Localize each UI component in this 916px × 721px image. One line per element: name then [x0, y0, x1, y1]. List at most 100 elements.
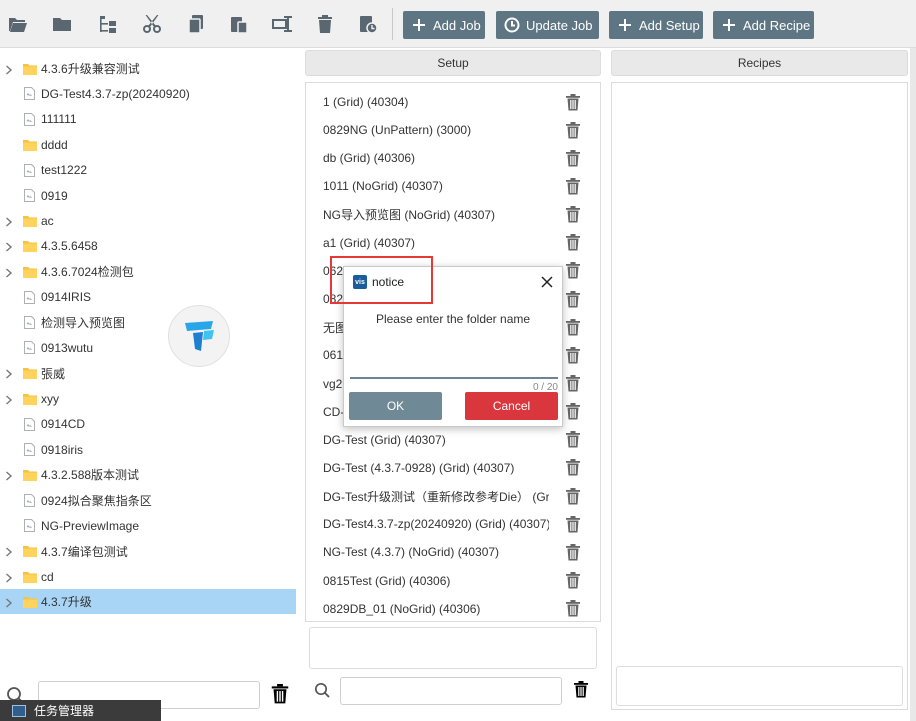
setup-label: a1 (Grid) (40307)	[323, 235, 416, 250]
add-job-button[interactable]: Add Job	[403, 11, 485, 39]
folder-icon[interactable]	[50, 12, 74, 36]
setup-row[interactable]: 1011 (NoGrid) (40307)	[306, 172, 600, 200]
chevron-right-icon[interactable]	[5, 470, 13, 481]
trash-icon[interactable]	[566, 459, 580, 476]
setup-detail-box	[309, 627, 597, 669]
cut-icon[interactable]	[140, 12, 164, 36]
setup-row[interactable]: DG-Test (4.3.7-0928) (Grid) (40307)	[306, 454, 600, 482]
setup-label: NG-Test (4.3.7) (NoGrid) (40307)	[323, 545, 500, 560]
tree-item[interactable]: 0918iris	[0, 437, 296, 462]
tree-item[interactable]: 張威	[0, 361, 296, 386]
search-icon[interactable]	[314, 682, 330, 698]
ok-button[interactable]: OK	[349, 392, 442, 420]
chevron-right-icon[interactable]	[5, 216, 13, 227]
tree-item[interactable]: cd	[0, 564, 296, 589]
trash-icon[interactable]	[566, 515, 580, 533]
tree-item[interactable]: 0914IRIS	[0, 285, 296, 310]
rename-icon[interactable]	[270, 12, 294, 36]
trash-icon[interactable]	[574, 681, 588, 698]
tree-item[interactable]: NG-PreviewImage	[0, 513, 296, 538]
tree-item[interactable]: DG-Test4.3.7-zp(20240920)	[0, 81, 296, 106]
tree-item-label: 4.3.7升级	[41, 595, 92, 610]
task-manager-icon	[12, 704, 26, 717]
tree-item[interactable]: 检测导入预览图	[0, 310, 296, 335]
setup-row[interactable]: NG导入预览图 (NoGrid) (40307)	[306, 201, 600, 229]
folder-icon	[23, 469, 37, 481]
trash-icon[interactable]	[566, 572, 580, 589]
tree-item[interactable]: 4.3.7升级	[0, 589, 296, 615]
tree-item[interactable]: 4.3.2.588版本测试	[0, 462, 296, 487]
setup-row[interactable]: DG-Test4.3.7-zp(20240920) (Grid) (40307)	[306, 510, 600, 538]
recipes-list	[611, 82, 908, 710]
setup-row[interactable]: 0829NG (UnPattern) (3000)	[306, 116, 600, 144]
trash-icon[interactable]	[566, 149, 580, 167]
trash-icon[interactable]	[271, 684, 289, 704]
trash-icon[interactable]	[566, 318, 580, 336]
setup-row[interactable]: 0815Test (Grid) (40306)	[306, 567, 600, 595]
paste-icon[interactable]	[227, 12, 251, 36]
trash-icon[interactable]	[566, 600, 580, 617]
cancel-button[interactable]: Cancel	[465, 392, 558, 420]
tree-item[interactable]: 4.3.5.6458	[0, 234, 296, 259]
file-icon	[24, 316, 35, 329]
trash-icon[interactable]	[566, 431, 580, 448]
chevron-right-icon[interactable]	[5, 368, 13, 379]
tree-item-label: NG-PreviewImage	[41, 518, 140, 533]
tree-item[interactable]: 4.3.6升级兼容测试	[0, 56, 296, 81]
setup-column-header: Setup	[305, 50, 601, 76]
chevron-right-icon[interactable]	[5, 64, 13, 75]
chevron-right-icon[interactable]	[5, 241, 13, 252]
setup-row[interactable]: DG-Test (Grid) (40307)	[306, 426, 600, 454]
trash-icon[interactable]	[566, 487, 580, 505]
trash-icon[interactable]	[566, 290, 580, 308]
setup-row[interactable]: 1 (Grid) (40304)	[306, 88, 600, 116]
setup-search-input[interactable]	[340, 677, 562, 705]
chevron-right-icon[interactable]	[5, 546, 13, 557]
tree-item[interactable]: 0919	[0, 183, 296, 208]
app-logo-icon	[185, 321, 214, 351]
trash-icon[interactable]	[566, 206, 580, 223]
trash-icon[interactable]	[566, 177, 580, 195]
chevron-right-icon[interactable]	[5, 597, 13, 608]
history-icon[interactable]	[356, 12, 380, 36]
tree-item[interactable]: xyy	[0, 386, 296, 411]
tree-item[interactable]: 0914CD	[0, 412, 296, 437]
tree-structure-icon[interactable]	[96, 12, 120, 36]
file-icon	[24, 417, 35, 431]
task-manager-taskbar-item[interactable]: 任务管理器	[0, 700, 161, 721]
folder-name-input[interactable]	[350, 339, 558, 379]
floating-app-logo[interactable]	[168, 305, 230, 367]
setup-row[interactable]: DG-Test升级测试（重新修改参考Die） (Grid	[306, 482, 600, 510]
add-recipe-button[interactable]: Add Recipe	[713, 11, 814, 39]
tree-item-label: 0919	[41, 188, 68, 203]
tree-item[interactable]: test1222	[0, 158, 296, 183]
delete-icon[interactable]	[313, 12, 337, 36]
chevron-right-icon[interactable]	[5, 572, 13, 583]
tree-item[interactable]: 4.3.7编译包测试	[0, 539, 296, 564]
trash-icon[interactable]	[566, 93, 580, 111]
trash-icon[interactable]	[566, 262, 580, 279]
trash-icon[interactable]	[566, 543, 580, 561]
tree-item[interactable]: ac	[0, 208, 296, 233]
trash-icon[interactable]	[566, 346, 580, 364]
tree-item[interactable]: 0913wutu	[0, 335, 296, 360]
update-job-button[interactable]: Update Job	[496, 11, 599, 39]
close-icon[interactable]	[540, 275, 554, 289]
trash-icon[interactable]	[566, 234, 580, 251]
tree-item[interactable]: 0924拟合聚焦指条区	[0, 488, 296, 513]
tree-item[interactable]: 111111	[0, 107, 296, 132]
copy-icon[interactable]	[184, 12, 208, 36]
setup-row[interactable]: db (Grid) (40306)	[306, 144, 600, 172]
tree-item[interactable]: dddd	[0, 132, 296, 157]
setup-row[interactable]: 0829DB_01 (NoGrid) (40306)	[306, 595, 600, 621]
trash-icon[interactable]	[566, 121, 580, 139]
setup-row[interactable]: NG-Test (4.3.7) (NoGrid) (40307)	[306, 538, 600, 566]
chevron-right-icon[interactable]	[5, 267, 13, 278]
open-folder-icon[interactable]	[6, 12, 30, 36]
chevron-right-icon[interactable]	[5, 394, 13, 405]
add-setup-button[interactable]: Add Setup	[609, 11, 703, 39]
tree-item[interactable]: 4.3.6.7024检测包	[0, 259, 296, 284]
setup-row[interactable]: a1 (Grid) (40307)	[306, 229, 600, 257]
trash-icon[interactable]	[566, 375, 580, 392]
trash-icon[interactable]	[566, 403, 580, 420]
